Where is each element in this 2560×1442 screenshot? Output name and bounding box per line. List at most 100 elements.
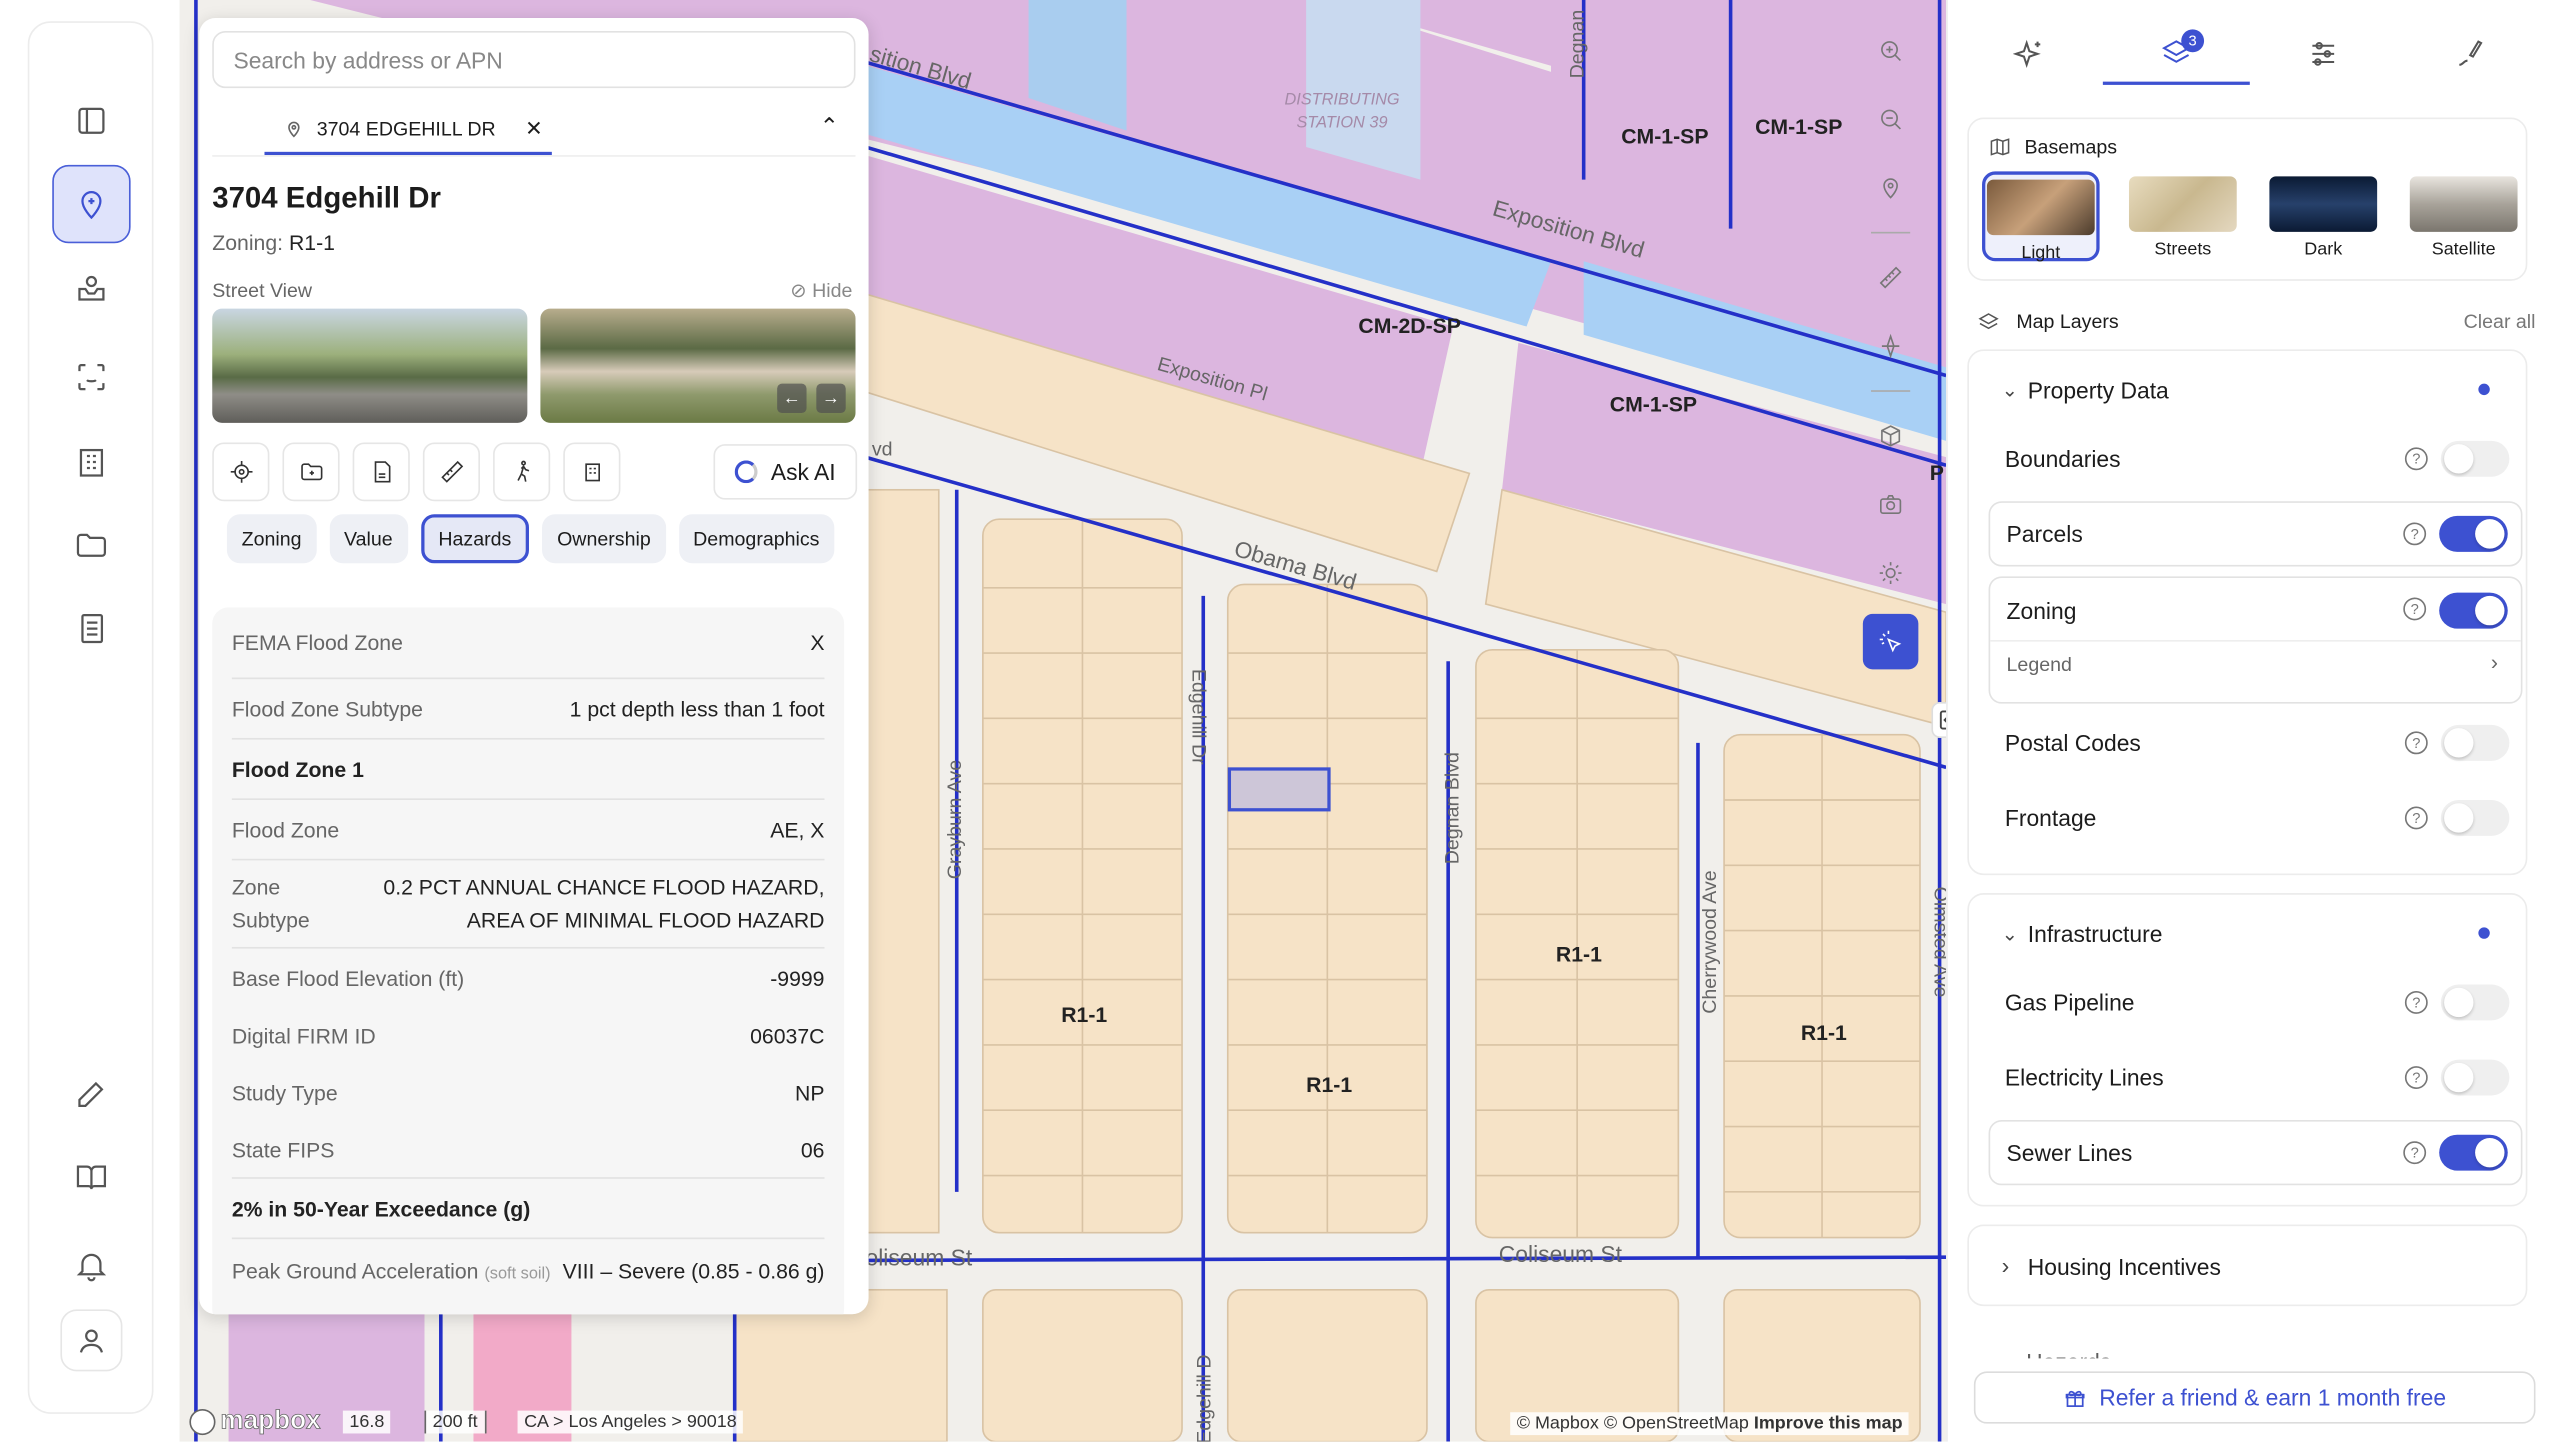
tab-ownership[interactable]: Ownership: [542, 514, 666, 564]
street-view-photo-2[interactable]: ← →: [540, 308, 856, 423]
scale-bar: 200 ft: [424, 1410, 486, 1434]
help-icon[interactable]: ?: [2404, 731, 2428, 755]
zone-label: CM-1-SP: [1609, 391, 1698, 417]
basemap-streets[interactable]: Streets: [2124, 171, 2242, 261]
map-toolbar: [1861, 16, 1920, 676]
help-icon[interactable]: ?: [2403, 597, 2427, 621]
zone-label: R1-1: [1306, 1072, 1353, 1098]
group-title[interactable]: Property Data: [2028, 377, 2169, 403]
toolbar-divider: [1871, 231, 1911, 234]
map-attribution: © Mapbox © OpenStreetMap Improve this ma…: [1510, 1412, 1910, 1436]
help-icon[interactable]: ?: [2404, 991, 2428, 1014]
help-icon[interactable]: ?: [2404, 806, 2428, 830]
zoom-out-icon[interactable]: [1863, 91, 1919, 147]
toggle-gas-pipeline[interactable]: [2440, 984, 2510, 1021]
next-photo-icon[interactable]: →: [816, 383, 846, 414]
basemap-light[interactable]: Light: [1982, 171, 2100, 263]
ruler-icon[interactable]: [1863, 250, 1919, 306]
brightness-icon[interactable]: [1863, 545, 1919, 601]
zone-label: R1-1: [1800, 1020, 1847, 1045]
sparkles-icon[interactable]: [1956, 23, 2103, 85]
add-folder-icon[interactable]: [282, 442, 340, 502]
street-label: Olmsted Ave: [1929, 886, 1947, 998]
hide-street-view[interactable]: ⊘ Hide: [790, 279, 852, 302]
tab-value[interactable]: Value: [329, 514, 408, 564]
basemaps-header: Basemaps: [1989, 136, 2117, 158]
street-view-photo-1[interactable]: [212, 308, 528, 423]
help-icon[interactable]: ?: [2404, 1066, 2428, 1089]
select-cursor-icon[interactable]: [1862, 613, 1919, 670]
book-icon[interactable]: [51, 1138, 129, 1216]
detail-row: Flood Zone AE, X: [231, 800, 825, 861]
toggle-zoning[interactable]: [2439, 592, 2508, 629]
layers-icon[interactable]: 3: [2102, 23, 2250, 85]
detail-row: Digital FIRM ID 06037C: [231, 1023, 825, 1049]
map-layers-header: Map Layers: [1974, 310, 2119, 333]
export-icon[interactable]: [352, 442, 410, 502]
walk-icon[interactable]: [493, 442, 551, 502]
map-pin-icon[interactable]: [51, 164, 130, 244]
street-label: Grayburn Ave: [942, 759, 966, 880]
camera-icon[interactable]: [1863, 477, 1919, 533]
pencil-icon[interactable]: [51, 1055, 129, 1133]
layer-row-frontage: Frontage?: [1989, 785, 2523, 850]
help-icon[interactable]: ?: [2403, 1141, 2427, 1165]
distribution-label: DISTRIBUTING STATION 39: [1284, 91, 1400, 133]
target-icon[interactable]: [212, 442, 270, 502]
chevron-right-icon[interactable]: ›: [2002, 1252, 2010, 1278]
scan-face-icon[interactable]: [51, 338, 129, 416]
chevron-right-icon[interactable]: ›: [2491, 650, 2498, 674]
toggle-postal-codes[interactable]: [2440, 724, 2510, 761]
refer-friend-button[interactable]: Refer a friend & earn 1 month free: [1973, 1371, 2536, 1424]
group-title[interactable]: Housing Incentives: [2028, 1254, 2221, 1280]
active-dot: [2478, 927, 2490, 939]
sidebar-toggle-icon[interactable]: [51, 82, 129, 160]
tab-zoning[interactable]: Zoning: [226, 514, 317, 564]
left-rail: [27, 21, 154, 1414]
bell-icon[interactable]: [51, 1226, 129, 1304]
chevron-up-icon[interactable]: ⌃: [820, 113, 839, 141]
prev-photo-icon[interactable]: ←: [777, 383, 807, 414]
street-label: Degnan: [1565, 9, 1589, 79]
close-icon[interactable]: ✕: [525, 116, 543, 142]
group-title[interactable]: Infrastructure: [2028, 921, 2163, 947]
help-icon[interactable]: ?: [2404, 447, 2428, 471]
search-input[interactable]: Search by address or APN: [212, 31, 856, 89]
toggle-electricity[interactable]: [2440, 1059, 2510, 1096]
building-icon[interactable]: [563, 442, 621, 502]
tab-demographics[interactable]: Demographics: [678, 514, 835, 564]
locate-icon[interactable]: [1863, 160, 1919, 216]
compass-icon[interactable]: [1863, 318, 1919, 374]
user-icon[interactable]: [59, 1309, 122, 1372]
sliders-icon[interactable]: [2250, 23, 2397, 85]
improve-map-link[interactable]: Improve this map: [1754, 1414, 1903, 1434]
group-title[interactable]: Hazards: [2026, 1349, 2111, 1359]
toggle-sewer[interactable]: [2439, 1134, 2508, 1171]
help-icon[interactable]: ?: [2403, 522, 2427, 546]
chevron-down-icon[interactable]: ⌄: [2002, 922, 2018, 945]
toggle-boundaries[interactable]: [2440, 440, 2510, 477]
folder-icon[interactable]: [51, 506, 129, 584]
draw-icon[interactable]: [2397, 23, 2544, 85]
chevron-down-icon[interactable]: ⌄: [2002, 379, 2018, 402]
zoom-in-icon[interactable]: [1863, 23, 1919, 79]
clear-all-link[interactable]: Clear all: [2464, 310, 2536, 333]
report-icon[interactable]: [51, 589, 129, 667]
basemap-dark[interactable]: Dark: [2264, 171, 2382, 261]
property-actions: [212, 442, 621, 502]
toggle-frontage[interactable]: [2440, 799, 2510, 836]
basemap-satellite[interactable]: Satellite: [2405, 171, 2523, 261]
legend-link[interactable]: Legend: [2007, 653, 2072, 676]
measure-icon[interactable]: [422, 442, 480, 502]
inbox-icon[interactable]: [51, 250, 129, 328]
toggle-parcels[interactable]: [2439, 515, 2508, 552]
layer-row-zoning: Zoning? Legend ›: [1988, 576, 2523, 704]
tab-hazards[interactable]: Hazards: [420, 514, 530, 564]
zone-label: CM-1-SP: [1621, 124, 1709, 149]
property-tab-chip[interactable]: 3704 EDGEHILL DR ✕: [264, 106, 552, 156]
detail-row: Zone Subtype 0.2 PCT ANNUAL CHANCE FLOOD …: [231, 860, 825, 949]
cube-3d-icon[interactable]: [1863, 408, 1919, 464]
ask-ai-button[interactable]: Ask AI: [713, 444, 858, 500]
building-icon[interactable]: [51, 423, 129, 501]
divider: [1990, 640, 2521, 642]
